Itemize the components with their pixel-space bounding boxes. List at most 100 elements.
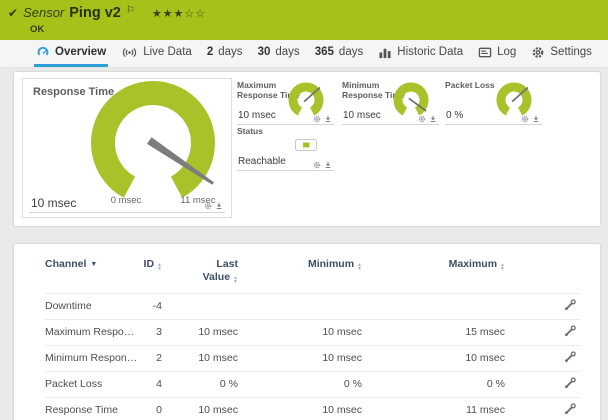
column-header-maximum-label: Maximum [448,258,498,270]
log-icon [478,46,492,59]
status-title: Status [237,126,263,136]
tile-pin-icon[interactable] [429,115,437,123]
packet-loss-value: 0 % [446,110,464,121]
tab-historic-data[interactable]: Historic Data [376,40,465,67]
cell-last-value [162,292,238,320]
sensor-status-badge: OK [30,24,45,35]
sort-icon: ▲ ▼ [157,262,162,272]
cell-maximum: 10 msec [362,344,505,372]
column-header-id[interactable]: ID ▲ ▼ [140,254,162,293]
sort-desc-icon: ▼ [90,261,98,268]
tile-gear-icon[interactable] [313,115,321,123]
sort-icon: ▲ ▼ [500,262,505,272]
cell-minimum: 10 msec [238,344,362,372]
stars-empty: ☆☆ [184,8,207,20]
table-row-packet-loss: Packet Loss 4 0 % 0 % 0 % [45,370,580,398]
tile-divider [445,124,542,125]
tab-365-days-label: days [338,46,364,58]
sensor-type-label: Sensor [23,5,65,20]
priority-flag-icon[interactable]: ⚐ [126,5,135,16]
cell-channel: Downtime [45,292,140,320]
tab-30-days-number: 30 [257,46,271,58]
sensor-title: Ping v2 [69,5,121,21]
cell-minimum: 10 msec [238,396,362,420]
tile-gear-icon[interactable] [418,115,426,123]
cell-channel: Response Time [45,396,140,420]
priority-star-rating[interactable]: ★★★☆☆ [152,7,206,20]
tab-log-label: Log [497,46,517,58]
response-time-gauge [91,80,215,198]
cell-minimum: 10 msec [238,318,362,346]
column-header-id-label: ID [143,258,155,270]
column-header-minimum[interactable]: Minimum ▲ ▼ [238,254,362,293]
tab-365-days[interactable]: 365 days [313,40,365,67]
sort-icon: ▲ ▼ [233,274,238,285]
channel-settings-wrench-icon[interactable] [564,403,576,415]
cell-last-value: 10 msec [162,396,238,420]
column-header-channel[interactable]: Channel ▼ [45,254,140,293]
tab-settings[interactable]: Settings [529,40,594,67]
tile-corner-icons [313,161,332,169]
table-row-maximum-response-time: Maximum Response Ti... 3 10 msec 10 msec… [45,318,580,346]
channel-settings-wrench-icon[interactable] [564,377,576,389]
tile-pin-icon[interactable] [215,202,223,210]
cell-id: 4 [140,370,162,398]
gauge-icon [36,46,50,59]
cell-id: 2 [140,344,162,372]
response-time-value: 10 msec [31,196,77,210]
tab-overview[interactable]: Overview [34,40,109,67]
cell-last-value: 0 % [162,370,238,398]
tab-settings-label: Settings [550,46,592,58]
prtg-sensor-page: ✔ Sensor Ping v2 ⚐ ★★★☆☆ OK Overview Liv… [0,0,608,420]
tab-log[interactable]: Log [476,40,518,67]
cell-id: 3 [140,318,162,346]
channel-table: Channel ▼ ID ▲ ▼ Last Value ▲ ▼ Minimum ▲ ▼ Maxi… [45,254,580,420]
tile-gear-icon[interactable] [521,115,529,123]
table-row-downtime: Downtime -4 [45,292,580,320]
cell-last-value: 10 msec [162,318,238,346]
status-value: Reachable [238,156,286,167]
column-header-minimum-label: Minimum [307,258,355,270]
sort-icon: ▲ ▼ [357,262,362,272]
min-response-time-value: 10 msec [343,110,381,121]
live-signal-icon [121,46,138,59]
tab-365-days-number: 365 [314,46,334,58]
table-header-row: Channel ▼ ID ▲ ▼ Last Value ▲ ▼ Minimum ▲ ▼ Maxi… [45,254,580,293]
column-header-last-value[interactable]: Last Value ▲ ▼ [162,254,238,293]
channel-table-panel: Channel ▼ ID ▲ ▼ Last Value ▲ ▼ Minimum ▲ ▼ Maxi… [14,244,600,420]
packet-loss-tile: Packet Loss 0 % [445,80,542,126]
column-header-maximum[interactable]: Maximum ▲ ▼ [362,254,505,293]
max-response-time-tile: Maximum Response Time 10 msec [237,80,334,126]
tab-live-data[interactable]: Live Data [119,40,194,67]
tile-gear-icon[interactable] [313,161,321,169]
channel-settings-wrench-icon[interactable] [564,351,576,363]
bar-chart-icon [378,46,392,59]
column-header-actions [505,254,580,293]
tile-pin-icon[interactable] [324,115,332,123]
cell-maximum: 15 msec [362,318,505,346]
cell-id: -4 [140,292,162,320]
table-row-minimum-response-time: Minimum Response Time 2 10 msec 10 msec … [45,344,580,372]
tile-corner-icons [313,115,332,123]
sensor-title-row: ✔ Sensor Ping v2 ⚐ ★★★☆☆ [8,5,206,21]
min-response-time-tile: Minimum Response Time 10 msec [342,80,439,126]
status-tile: Status Reachable [237,126,334,172]
tab-30-days[interactable]: 30 days [256,40,302,67]
tile-corner-icons [204,202,223,210]
tab-2-days[interactable]: 2 days [205,40,245,67]
tile-gear-icon[interactable] [204,202,212,210]
channel-settings-wrench-icon[interactable] [564,299,576,311]
tab-overview-label: Overview [55,46,107,58]
tile-pin-icon[interactable] [324,161,332,169]
column-header-last-label: Last [216,258,238,270]
max-response-time-value: 10 msec [238,110,276,121]
tile-divider [237,170,334,171]
channel-settings-wrench-icon[interactable] [564,325,576,337]
tab-2-days-label: days [218,46,243,58]
overview-gauges-panel: Response Time 0 msec 11 msec 10 msec Max… [14,72,600,226]
tile-corner-icons [418,115,437,123]
column-header-value-label: Value [202,270,231,283]
tile-pin-icon[interactable] [532,115,540,123]
tile-divider [237,124,334,125]
sensor-header: ✔ Sensor Ping v2 ⚐ ★★★☆☆ OK [0,0,608,40]
